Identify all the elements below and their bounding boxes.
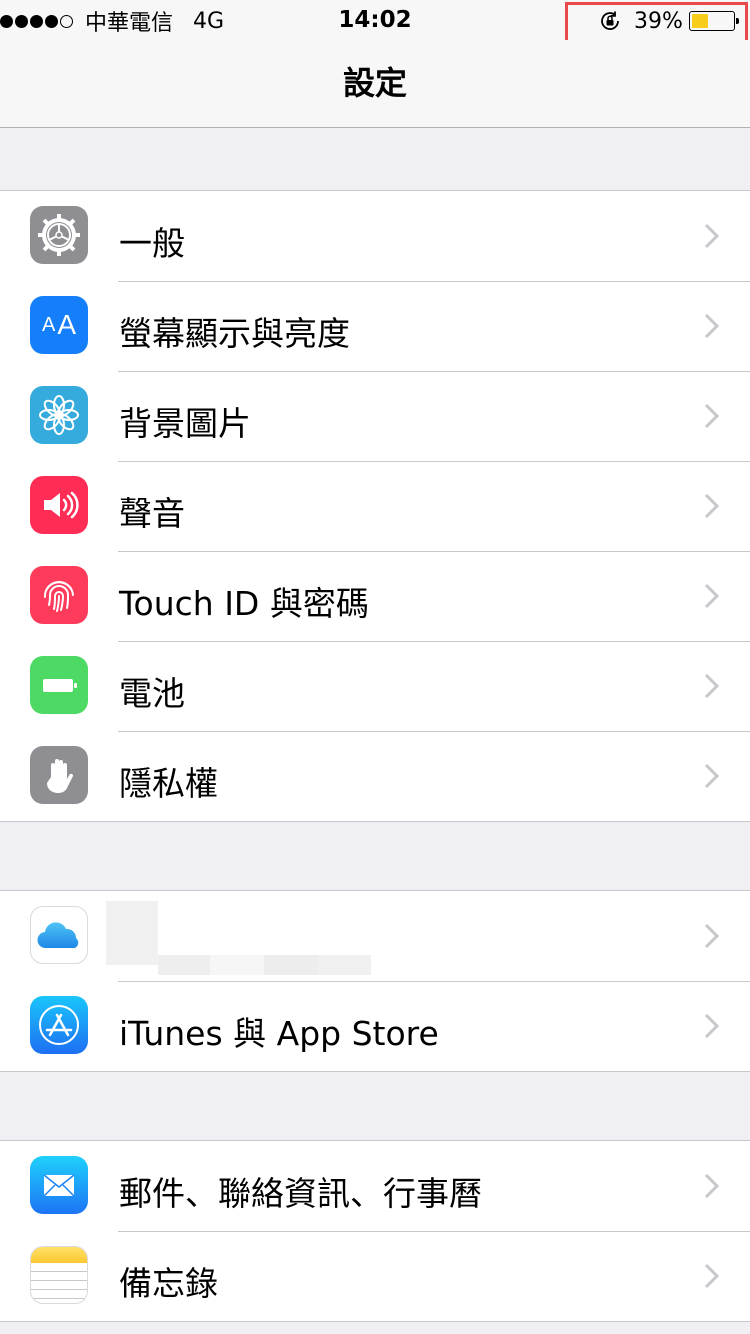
chevron-right-icon: [704, 1173, 720, 1199]
settings-group-2: iTunes 與 App Store: [0, 890, 750, 1072]
page-title: 設定: [342, 64, 407, 102]
settings-row-icloud[interactable]: [0, 891, 750, 981]
text-size-icon: AA: [30, 296, 88, 354]
chevron-right-icon: [704, 673, 720, 699]
fingerprint-icon: [30, 566, 88, 624]
battery-percentage: 39%: [634, 8, 683, 34]
settings-row-label: Touch ID 與密碼: [119, 584, 369, 623]
chevron-right-icon: [704, 583, 720, 609]
settings-group-1: 一般 AA 螢幕顯示與亮度 背景圖片 聲音 Touch ID 與密碼 電池 隱私…: [0, 190, 750, 822]
speaker-icon: [30, 476, 88, 534]
settings-row-itunes-app-store[interactable]: iTunes 與 App Store: [0, 981, 750, 1071]
battery-icon: [688, 11, 739, 31]
app-store-icon: [30, 996, 88, 1054]
settings-row-notes[interactable]: 備忘錄: [0, 1231, 750, 1321]
chevron-right-icon: [704, 313, 720, 339]
settings-row-label: iTunes 與 App Store: [119, 1014, 439, 1053]
chevron-right-icon: [704, 1263, 720, 1289]
settings-row-label: 螢幕顯示與亮度: [119, 314, 350, 353]
navigation-bar: 設定: [0, 40, 750, 128]
mail-icon: [30, 1156, 88, 1214]
notes-icon: [30, 1246, 88, 1304]
settings-row-label: 聲音: [119, 494, 185, 533]
settings-group-3: 郵件、聯絡資訊、行事曆 備忘錄: [0, 1140, 750, 1322]
chevron-right-icon: [704, 1013, 720, 1039]
settings-row-label: 備忘錄: [119, 1264, 218, 1303]
settings-row-privacy[interactable]: 隱私權: [0, 731, 750, 821]
chevron-right-icon: [704, 763, 720, 789]
redacted-account-name: [106, 901, 371, 975]
gear-icon: [30, 206, 88, 264]
settings-row-touch-id[interactable]: Touch ID 與密碼: [0, 551, 750, 641]
settings-row-display[interactable]: AA 螢幕顯示與亮度: [0, 281, 750, 371]
settings-row-label: 郵件、聯絡資訊、行事曆: [119, 1174, 482, 1213]
settings-row-wallpaper[interactable]: 背景圖片: [0, 371, 750, 461]
settings-row-sounds[interactable]: 聲音: [0, 461, 750, 551]
icloud-icon: [30, 906, 88, 964]
hand-icon: [30, 746, 88, 804]
settings-row-mail-contacts-calendar[interactable]: 郵件、聯絡資訊、行事曆: [0, 1141, 750, 1231]
chevron-right-icon: [704, 493, 720, 519]
orientation-lock-icon: [601, 11, 619, 30]
chevron-right-icon: [704, 223, 720, 249]
chevron-right-icon: [704, 403, 720, 429]
chevron-right-icon: [704, 923, 720, 949]
settings-row-label: 電池: [119, 674, 185, 713]
settings-row-label: 一般: [119, 224, 185, 263]
settings-row-battery[interactable]: 電池: [0, 641, 750, 731]
settings-row-label: 背景圖片: [119, 404, 251, 443]
settings-row-label: 隱私權: [119, 764, 218, 803]
battery-icon: [30, 656, 88, 714]
flower-icon: [30, 386, 88, 444]
status-bar: 中華電信 4G 14:02 39%: [0, 0, 750, 44]
status-right: 39%: [598, 8, 739, 34]
settings-row-general[interactable]: 一般: [0, 191, 750, 281]
